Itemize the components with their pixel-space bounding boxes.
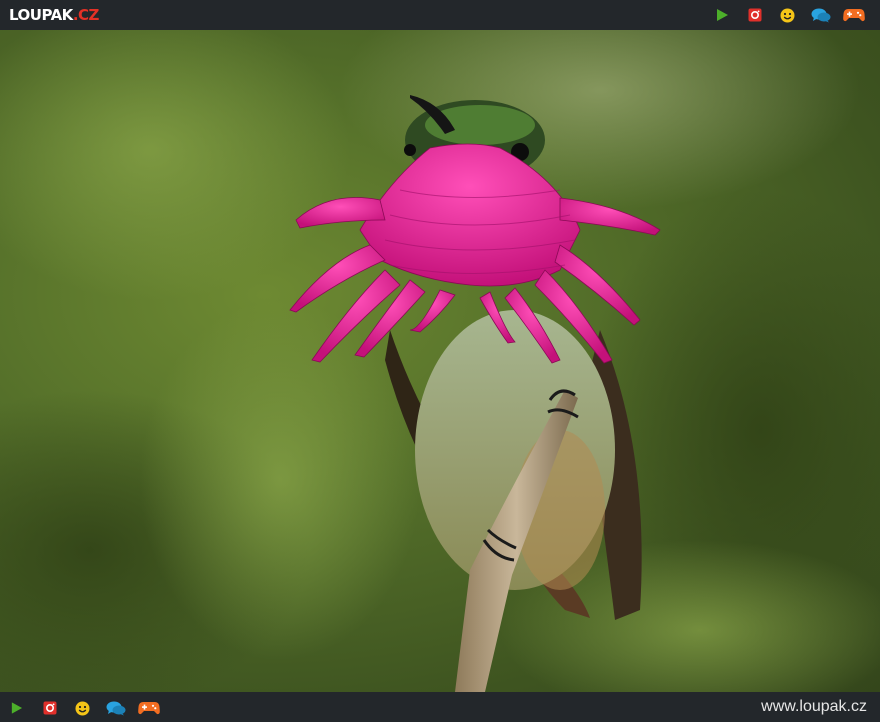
top-bar: LOUPAK.CZ [0,0,880,30]
gamepad-icon[interactable] [132,698,165,718]
gamepad-icon[interactable] [837,5,870,25]
play-icon[interactable] [8,698,25,718]
site-url-link[interactable]: www.loupak.cz [761,698,867,716]
play-icon[interactable] [705,5,738,25]
top-icon-nav [705,5,870,25]
chat-icon[interactable] [99,698,132,718]
bottom-bar: www.loupak.cz [0,692,880,722]
smiley-icon[interactable] [66,698,99,718]
instagram-icon[interactable] [33,698,66,718]
chat-icon[interactable] [804,5,837,25]
hummingbird-photo [0,30,880,692]
instagram-icon[interactable] [738,5,771,25]
site-logo[interactable]: LOUPAK.CZ [9,6,99,24]
bottom-icon-nav [8,698,165,718]
smiley-icon[interactable] [771,5,804,25]
